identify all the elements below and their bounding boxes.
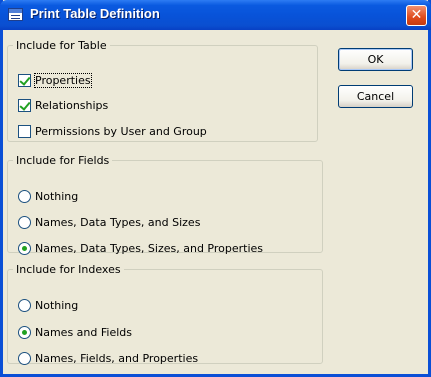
include-for-indexes-legend: Include for Indexes — [16, 263, 121, 276]
indexes-names-fields-radio[interactable]: Names and Fields — [18, 324, 132, 340]
indexes-nothing-radio[interactable]: Nothing — [18, 297, 78, 313]
table-definition-icon — [8, 8, 23, 21]
include-for-indexes-group: Include for Indexes Nothing Names and Fi… — [7, 263, 323, 366]
fields-names-types-sizes-radio[interactable]: Names, Data Types, and Sizes — [18, 214, 200, 230]
include-for-table-group: Include for Table Properties Relationshi… — [7, 39, 318, 142]
indexes-nothing-label: Nothing — [35, 298, 79, 312]
properties-checkbox[interactable]: Properties — [18, 72, 92, 88]
indexes-names-fields-properties-label: Names, Fields, and Properties — [35, 351, 199, 365]
close-button[interactable]: ✕ — [406, 5, 427, 26]
cancel-button[interactable]: Cancel — [338, 85, 413, 108]
fields-nothing-radio-dot[interactable] — [18, 189, 31, 203]
fields-nothing-radio[interactable]: Nothing — [18, 188, 78, 204]
include-for-fields-legend: Include for Fields — [16, 154, 110, 167]
indexes-names-fields-label: Names and Fields — [35, 325, 132, 339]
fields-names-types-sizes-properties-radio[interactable]: Names, Data Types, Sizes, and Properties — [18, 240, 263, 256]
include-for-table-legend: Include for Table — [16, 39, 107, 52]
indexes-names-fields-radio-dot[interactable] — [18, 325, 31, 339]
close-icon: ✕ — [410, 7, 423, 23]
fields-names-types-sizes-radio-dot[interactable] — [18, 215, 31, 229]
fields-names-types-sizes-properties-radio-dot[interactable] — [18, 241, 31, 255]
fields-nothing-label: Nothing — [35, 189, 79, 203]
properties-label: Properties — [34, 72, 92, 88]
title-bar[interactable]: Print Table Definition ✕ — [0, 0, 431, 30]
print-table-definition-dialog: Print Table Definition ✕ Include for Tab… — [0, 0, 431, 377]
relationships-label: Relationships — [35, 98, 109, 112]
window-title: Print Table Definition — [30, 6, 160, 21]
relationships-check-box[interactable] — [18, 98, 31, 112]
indexes-nothing-radio-dot[interactable] — [18, 298, 31, 312]
fields-names-types-sizes-label: Names, Data Types, and Sizes — [35, 215, 201, 229]
permissions-label: Permissions by User and Group — [35, 124, 207, 138]
ok-button[interactable]: OK — [338, 48, 413, 71]
indexes-names-fields-properties-radio-dot[interactable] — [18, 351, 31, 365]
permissions-checkbox[interactable]: Permissions by User and Group — [18, 123, 207, 139]
indexes-names-fields-properties-radio[interactable]: Names, Fields, and Properties — [18, 350, 198, 366]
include-for-fields-group: Include for Fields Nothing Names, Data T… — [7, 154, 323, 256]
permissions-check-box[interactable] — [18, 124, 31, 138]
properties-check-box[interactable] — [18, 73, 31, 87]
relationships-checkbox[interactable]: Relationships — [18, 97, 108, 113]
fields-names-types-sizes-properties-label: Names, Data Types, Sizes, and Properties — [35, 241, 264, 255]
